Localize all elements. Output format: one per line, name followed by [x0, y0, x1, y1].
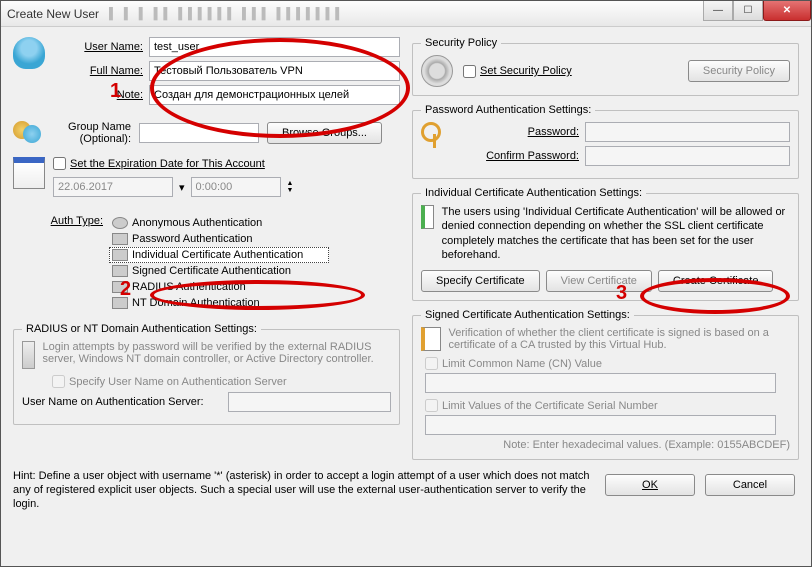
authtype-label: Auth Type: — [13, 215, 103, 227]
confirm-password-input — [585, 146, 790, 166]
signed-desc: Verification of whether the client certi… — [449, 327, 791, 351]
authserver-username-label: User Name on Authentication Server: — [22, 396, 222, 408]
set-security-cb-label: Set Security Policy — [480, 65, 572, 77]
password-label: Password: — [459, 126, 579, 138]
authtype-list[interactable]: Anonymous Authentication Password Authen… — [109, 215, 329, 311]
title-blur: ▌ ▌ ▌ ▌▌ ▌▌▌▌▌▌ ▌▌▌ ▌▌▌▌▌▌▌ — [109, 8, 345, 20]
expire-checkbox-label: Set the Expiration Date for This Account — [70, 158, 265, 170]
note-input[interactable] — [149, 85, 400, 105]
fullname-input[interactable] — [149, 61, 400, 81]
signed-cert-fieldset: Signed Certificate Authentication Settin… — [412, 309, 799, 460]
calendar-icon — [13, 157, 45, 189]
limit-cn-cb: Limit Common Name (CN) Value — [425, 357, 602, 370]
individual-cert-fieldset: Individual Certificate Authentication Se… — [412, 187, 799, 301]
auth-password[interactable]: Password Authentication — [109, 231, 329, 247]
password-input — [585, 122, 790, 142]
create-certificate-button[interactable]: Create Certificate — [658, 270, 774, 292]
keys-icon — [421, 122, 449, 150]
specify-user-cb: Specify User Name on Authentication Serv… — [52, 375, 287, 388]
specify-user-cb-label: Specify User Name on Authentication Serv… — [69, 376, 287, 388]
auth-item-label: Individual Certificate Authentication — [132, 249, 303, 261]
specify-certificate-button[interactable]: Specify Certificate — [421, 270, 540, 292]
security-legend: Security Policy — [421, 37, 501, 49]
auth-item-label: Password Authentication — [132, 233, 252, 245]
cancel-button[interactable]: Cancel — [705, 474, 795, 496]
ok-button[interactable]: OK — [605, 474, 695, 496]
group-label: Group Name (Optional): — [53, 121, 131, 145]
password-legend: Password Authentication Settings: — [421, 104, 595, 116]
password-auth-fieldset: Password Authentication Settings: Passwo… — [412, 104, 799, 179]
auth-individual-cert[interactable]: Individual Certificate Authentication — [109, 247, 329, 263]
expire-checkbox[interactable]: Set the Expiration Date for This Account — [53, 157, 265, 170]
set-security-cb[interactable]: Set Security Policy — [463, 65, 572, 78]
view-certificate-button: View Certificate — [546, 270, 652, 292]
key-icon — [112, 233, 128, 245]
auth-signed-cert[interactable]: Signed Certificate Authentication — [109, 263, 329, 279]
server-icon — [22, 341, 35, 369]
username-label: User Name: — [53, 41, 143, 53]
spinner-icon: ▲▼ — [287, 180, 294, 194]
cert-icon — [112, 265, 128, 277]
gear-icon — [421, 55, 453, 87]
radius-nt-fieldset: RADIUS or NT Domain Authentication Setti… — [13, 323, 400, 425]
card-icon — [112, 249, 128, 261]
check-icon — [112, 217, 128, 229]
auth-item-label: Anonymous Authentication — [132, 217, 262, 229]
expire-date-input — [53, 177, 173, 197]
limit-cn-input — [425, 373, 776, 393]
limit-serial-label: Limit Values of the Certificate Serial N… — [442, 400, 658, 412]
auth-item-label: NT Domain Authentication — [132, 297, 260, 309]
limit-serial-input — [425, 415, 776, 435]
confirm-password-label: Confirm Password: — [459, 150, 579, 162]
security-policy-fieldset: Security Policy Set Security Policy Secu… — [412, 37, 799, 96]
browse-groups-button[interactable]: Browse Groups... — [267, 122, 382, 144]
signedcert-icon — [421, 327, 441, 351]
maximize-button[interactable]: ☐ — [733, 1, 763, 21]
close-button[interactable]: ✕ — [763, 1, 811, 21]
auth-ntdomain[interactable]: NT Domain Authentication — [109, 295, 329, 311]
dialog-window: Create New User ▌ ▌ ▌ ▌▌ ▌▌▌▌▌▌ ▌▌▌ ▌▌▌▌… — [0, 0, 812, 567]
indiv-desc: The users using 'Individual Certificate … — [442, 205, 790, 262]
user-icon — [13, 37, 45, 69]
signed-note: Note: Enter hexadecimal values. (Example… — [421, 439, 790, 451]
flag-icon — [112, 297, 128, 309]
auth-anonymous[interactable]: Anonymous Authentication — [109, 215, 329, 231]
minimize-button[interactable]: — — [703, 1, 733, 21]
authserver-username-input — [228, 392, 391, 412]
security-policy-button: Security Policy — [688, 60, 790, 82]
radius-icon — [112, 281, 128, 293]
note-label: Note: — [53, 89, 143, 101]
fullname-label: Full Name: — [53, 65, 143, 77]
dropdown-icon: ▾ — [179, 181, 185, 194]
auth-radius[interactable]: RADIUS Authentication — [109, 279, 329, 295]
hint-text: Hint: Define a user object with username… — [1, 466, 605, 511]
expire-time-input — [191, 177, 281, 197]
radius-desc: Login attempts by password will be verif… — [43, 341, 391, 369]
indiv-legend: Individual Certificate Authentication Se… — [421, 187, 646, 199]
signed-legend: Signed Certificate Authentication Settin… — [421, 309, 634, 321]
certificate-icon — [421, 205, 434, 229]
limit-serial-cb: Limit Values of the Certificate Serial N… — [425, 399, 658, 412]
username-input[interactable] — [149, 37, 400, 57]
window-title: Create New User — [7, 7, 99, 21]
limit-cn-label: Limit Common Name (CN) Value — [442, 358, 602, 370]
group-input[interactable] — [139, 123, 259, 143]
group-icon — [13, 117, 45, 149]
auth-item-label: RADIUS Authentication — [132, 281, 246, 293]
auth-item-label: Signed Certificate Authentication — [132, 265, 291, 277]
radius-legend: RADIUS or NT Domain Authentication Setti… — [22, 323, 261, 335]
title-bar[interactable]: Create New User ▌ ▌ ▌ ▌▌ ▌▌▌▌▌▌ ▌▌▌ ▌▌▌▌… — [1, 1, 811, 27]
